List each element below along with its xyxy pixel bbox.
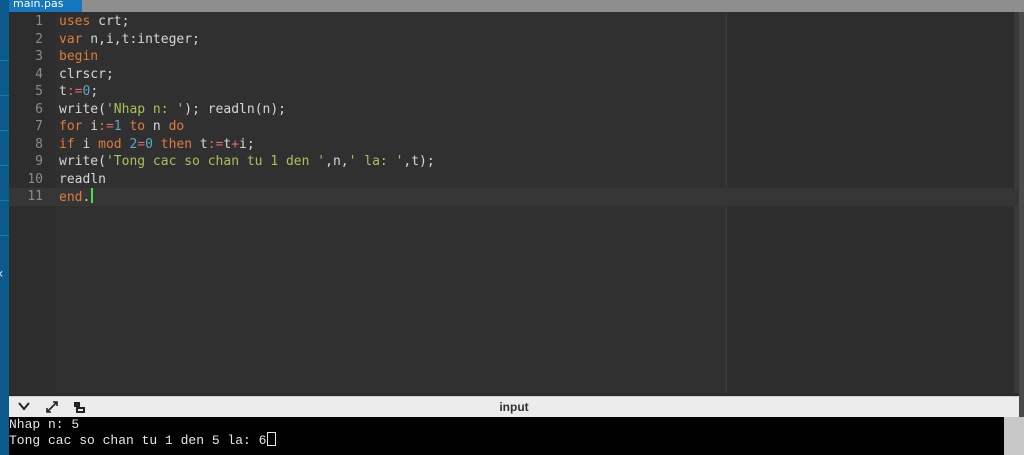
console-cursor — [267, 432, 277, 446]
code-text: if i mod 2=0 then t:=t+i; — [59, 136, 255, 152]
code-text: t:=0; — [59, 84, 99, 99]
line-number: 4 — [35, 66, 43, 82]
right-edge — [1019, 12, 1024, 417]
line-number: 10 — [27, 171, 43, 187]
tab-main-pas[interactable]: main.pas — [9, 0, 82, 12]
tab-bar: main.pas — [9, 0, 1024, 12]
code-line[interactable]: 1 uses crt; — [9, 13, 1019, 31]
console-scrollbar[interactable] — [1004, 417, 1024, 455]
code-text: for i:=1 to n do — [59, 119, 185, 134]
code-text: uses crt; — [59, 14, 130, 29]
code-text: readln — [59, 171, 106, 187]
code-line[interactable]: 10 readln — [9, 171, 1019, 189]
line-number: 1 — [35, 14, 43, 29]
line-number: 3 — [35, 49, 43, 64]
left-sidebar-strip[interactable]: ‹ — [0, 0, 9, 455]
line-number: 5 — [35, 84, 43, 99]
line-number: 6 — [35, 101, 43, 117]
code-text: write('Nhap n: '); readln(n); — [59, 101, 286, 117]
ide-window: ‹ main.pas 1 uses crt; 2 var n,i,t:integer;… — [0, 0, 1024, 455]
console-line: Tong cac so chan tu 1 den 5 la: 6 — [9, 432, 1004, 448]
panel-title: input — [499, 400, 529, 414]
text-cursor — [91, 188, 94, 203]
code-text: begin — [59, 49, 99, 64]
code-editor[interactable]: 1 uses crt; 2 var n,i,t:integer; 3 begin 4 clrs… — [9, 12, 1019, 393]
code-text: write('Tong cac so chan tu 1 den ',n,' l… — [59, 154, 435, 169]
line-number: 7 — [35, 119, 43, 134]
console-line: Nhap n: 5 — [9, 417, 80, 432]
code-text: clrscr; — [59, 66, 114, 82]
console-output[interactable]: Nhap n: 5 Tong cac so chan tu 1 den 5 la… — [9, 417, 1004, 455]
line-number: 9 — [35, 154, 43, 169]
input-panel-header: input — [9, 396, 1019, 418]
collapse-arrow-icon[interactable]: ‹ — [0, 266, 4, 282]
code-line[interactable]: 3 begin — [9, 48, 1019, 66]
code-line[interactable]: 11 end. — [9, 188, 1019, 206]
code-line[interactable]: 5 t:=0; — [9, 83, 1019, 101]
code-line[interactable]: 9 write('Tong cac so chan tu 1 den ',n,' … — [9, 153, 1019, 171]
code-text: var n,i,t:integer; — [59, 31, 200, 47]
code-line[interactable]: 4 clrscr; — [9, 66, 1019, 84]
code-line[interactable]: 2 var n,i,t:integer; — [9, 31, 1019, 49]
code-line[interactable]: 6 write('Nhap n: '); readln(n); — [9, 101, 1019, 119]
code-line[interactable]: 7 for i:=1 to n do — [9, 118, 1019, 136]
code-line[interactable]: 8 if i mod 2=0 then t:=t+i; — [9, 136, 1019, 154]
line-number: 8 — [35, 136, 43, 152]
line-number: 11 — [27, 189, 43, 204]
line-number: 2 — [35, 31, 43, 47]
code-text: end. — [59, 188, 94, 207]
